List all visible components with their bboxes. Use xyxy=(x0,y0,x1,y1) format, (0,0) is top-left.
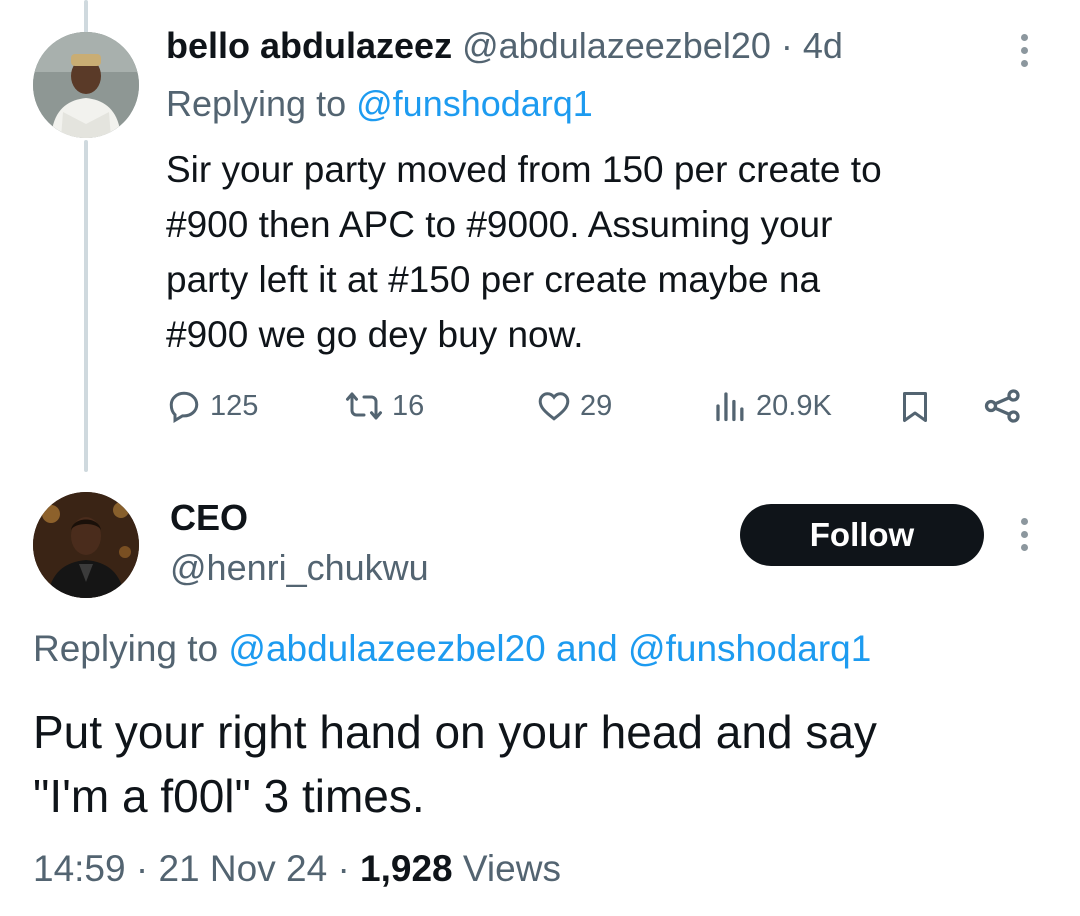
bookmark-button[interactable] xyxy=(897,388,933,426)
separator: · xyxy=(135,848,149,889)
more-icon[interactable] xyxy=(1019,518,1029,551)
tweet-text-line: #900 we go dey buy now. xyxy=(166,314,584,355)
thread-connector-top xyxy=(84,0,88,36)
retweet-icon xyxy=(346,392,382,420)
retweet-button[interactable]: 16 xyxy=(344,388,424,424)
tweet-header: bello abdulazeez @abdulazeezbel20 · 4d xyxy=(166,24,843,68)
like-button[interactable]: 29 xyxy=(536,388,612,424)
replying-label: Replying to xyxy=(166,83,347,124)
replying-to: Replying to @funshodarq1 xyxy=(166,82,593,126)
tweet-text: Sir your party moved from 150 per create… xyxy=(166,142,1046,362)
user-handle[interactable]: @abdulazeezbel20 xyxy=(462,25,771,66)
reply-icon xyxy=(169,391,199,424)
tweet-age[interactable]: 4d xyxy=(803,25,843,66)
avatar[interactable] xyxy=(33,492,139,598)
tweet-text-line: party left it at #150 per create maybe n… xyxy=(166,259,821,300)
replying-to: Replying to @abdulazeezbel20 and @funsho… xyxy=(33,626,871,672)
tweet-time[interactable]: 14:59 xyxy=(33,848,126,889)
views-count: 20.9K xyxy=(756,389,832,422)
mention-link[interactable]: @funshodarq1 xyxy=(356,83,593,124)
display-name[interactable]: CEO xyxy=(170,496,248,540)
like-count: 29 xyxy=(580,389,613,422)
tweet-text-line: Put your right hand on your head and say xyxy=(33,706,877,758)
views-icon xyxy=(716,392,744,422)
display-name[interactable]: bello abdulazeez xyxy=(166,25,452,66)
bookmark-icon xyxy=(903,392,927,422)
share-button[interactable] xyxy=(983,388,1023,424)
user-handle[interactable]: @henri_chukwu xyxy=(170,546,429,590)
retweet-count: 16 xyxy=(392,389,425,422)
tweet-meta: 14:59 · 21 Nov 24 · 1,928 Views xyxy=(33,846,561,892)
mention-link[interactable]: @funshodarq1 xyxy=(628,628,871,669)
avatar[interactable] xyxy=(33,32,139,138)
like-icon xyxy=(538,392,570,421)
views-button[interactable]: 20.9K xyxy=(712,388,832,424)
tweet-text-line: #900 then APC to #9000. Assuming your xyxy=(166,204,833,245)
mention-link[interactable]: @abdulazeezbel20 xyxy=(228,628,545,669)
views-label: Views xyxy=(462,848,561,889)
separator: · xyxy=(780,25,793,66)
replying-label: Replying to xyxy=(33,628,219,669)
separator: · xyxy=(337,848,350,889)
reply-count: 125 xyxy=(210,389,259,422)
share-icon xyxy=(984,389,1020,423)
tweet-text-line: Sir your party moved from 150 per create… xyxy=(166,149,882,190)
thread-connector xyxy=(84,140,88,472)
follow-button[interactable]: Follow xyxy=(740,504,984,566)
tweet-date[interactable]: 21 Nov 24 xyxy=(158,848,327,889)
tweet-text: Put your right hand on your head and say… xyxy=(33,700,877,828)
view-count: 1,928 xyxy=(360,848,453,889)
and-label[interactable]: and xyxy=(556,628,618,669)
reply-button[interactable]: 125 xyxy=(166,388,258,424)
tweet-text-line: "I'm a f00l" 3 times. xyxy=(33,770,425,822)
more-icon[interactable] xyxy=(1019,34,1029,67)
